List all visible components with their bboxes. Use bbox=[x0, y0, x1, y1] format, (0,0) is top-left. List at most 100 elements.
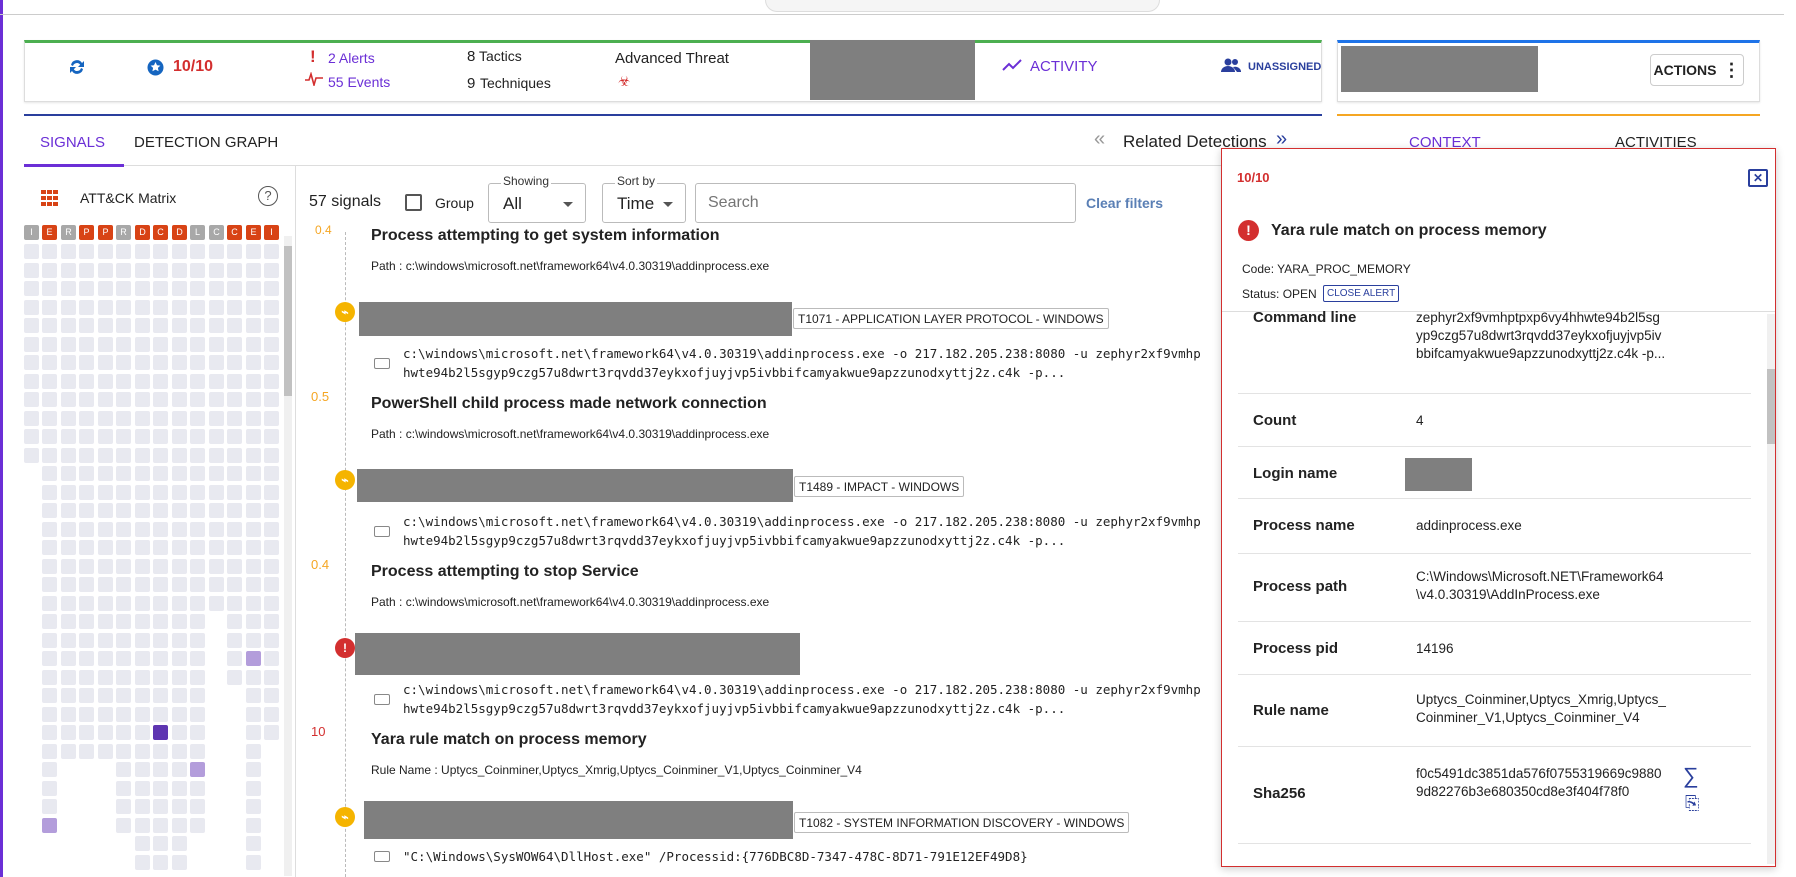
matrix-technique-cell[interactable] bbox=[116, 336, 131, 352]
matrix-technique-cell[interactable] bbox=[61, 521, 76, 537]
matrix-technique-cell[interactable] bbox=[172, 262, 187, 278]
matrix-technique-cell[interactable] bbox=[42, 669, 57, 685]
matrix-technique-cell[interactable] bbox=[190, 540, 205, 555]
matrix-technique-cell[interactable] bbox=[79, 281, 94, 296]
matrix-technique-cell[interactable] bbox=[135, 651, 150, 666]
matrix-technique-cell[interactable] bbox=[227, 262, 242, 278]
matrix-technique-cell[interactable] bbox=[61, 595, 76, 611]
matrix-technique-cell[interactable] bbox=[116, 466, 131, 481]
matrix-technique-cell[interactable] bbox=[61, 632, 76, 648]
matrix-technique-cell[interactable] bbox=[227, 503, 242, 518]
matrix-technique-cell[interactable] bbox=[190, 373, 205, 389]
matrix-technique-cell[interactable] bbox=[135, 466, 150, 481]
matrix-technique-cell[interactable] bbox=[209, 244, 224, 259]
matrix-technique-cell[interactable] bbox=[190, 447, 205, 463]
matrix-technique-cell[interactable] bbox=[190, 632, 205, 648]
matrix-technique-cell[interactable] bbox=[246, 614, 261, 629]
matrix-technique-cell[interactable] bbox=[246, 854, 261, 870]
matrix-technique-cell[interactable] bbox=[42, 336, 57, 352]
matrix-technique-cell[interactable] bbox=[153, 373, 168, 389]
matrix-technique-cell[interactable] bbox=[190, 651, 205, 666]
matrix-technique-cell[interactable] bbox=[116, 503, 131, 518]
matrix-technique-cell[interactable] bbox=[61, 688, 76, 703]
matrix-technique-cell[interactable] bbox=[61, 336, 76, 352]
matrix-technique-cell[interactable] bbox=[61, 466, 76, 481]
matrix-technique-cell[interactable] bbox=[172, 632, 187, 648]
matrix-technique-cell[interactable] bbox=[135, 503, 150, 518]
matrix-technique-cell[interactable] bbox=[246, 632, 261, 648]
matrix-technique-cell[interactable] bbox=[42, 651, 57, 666]
matrix-technique-cell[interactable] bbox=[98, 336, 113, 352]
matrix-technique-cell[interactable] bbox=[227, 318, 242, 333]
matrix-technique-cell[interactable] bbox=[153, 521, 168, 537]
matrix-tactic-header[interactable]: L bbox=[190, 225, 205, 240]
matrix-tactic-header[interactable]: I bbox=[24, 225, 39, 240]
matrix-technique-cell[interactable] bbox=[264, 299, 279, 315]
matrix-technique-cell[interactable] bbox=[116, 521, 131, 537]
matrix-technique-cell[interactable] bbox=[79, 669, 94, 685]
matrix-technique-cell[interactable] bbox=[98, 521, 113, 537]
tab-detection-graph[interactable]: DETECTION GRAPH bbox=[134, 134, 278, 151]
matrix-technique-cell[interactable] bbox=[153, 447, 168, 463]
matrix-technique-cell[interactable] bbox=[246, 762, 261, 777]
matrix-technique-cell[interactable] bbox=[172, 558, 187, 574]
matrix-technique-cell[interactable] bbox=[61, 318, 76, 333]
matrix-technique-cell[interactable] bbox=[42, 262, 57, 278]
matrix-technique-cell[interactable] bbox=[153, 281, 168, 296]
matrix-technique-cell[interactable] bbox=[79, 595, 94, 611]
matrix-technique-cell[interactable] bbox=[153, 410, 168, 426]
matrix-technique-cell[interactable] bbox=[98, 651, 113, 666]
matrix-technique-cell[interactable] bbox=[246, 447, 261, 463]
matrix-technique-cell[interactable] bbox=[42, 521, 57, 537]
matrix-technique-cell[interactable] bbox=[153, 780, 168, 796]
matrix-technique-cell[interactable] bbox=[116, 669, 131, 685]
matrix-technique-cell[interactable] bbox=[264, 577, 279, 592]
matrix-technique-cell[interactable] bbox=[61, 429, 76, 444]
matrix-technique-cell[interactable] bbox=[98, 706, 113, 722]
matrix-technique-cell[interactable] bbox=[227, 484, 242, 500]
matrix-technique-cell[interactable] bbox=[227, 521, 242, 537]
matrix-technique-cell[interactable] bbox=[135, 392, 150, 407]
matrix-technique-cell[interactable] bbox=[172, 355, 187, 370]
matrix-technique-cell[interactable] bbox=[61, 244, 76, 259]
matrix-technique-cell[interactable] bbox=[42, 540, 57, 555]
matrix-technique-cell[interactable] bbox=[190, 595, 205, 611]
matrix-technique-cell[interactable] bbox=[264, 521, 279, 537]
matrix-technique-cell[interactable] bbox=[79, 299, 94, 315]
matrix-technique-cell[interactable] bbox=[98, 632, 113, 648]
matrix-technique-cell[interactable] bbox=[42, 355, 57, 370]
matrix-technique-cell[interactable] bbox=[172, 447, 187, 463]
matrix-technique-cell[interactable] bbox=[79, 447, 94, 463]
matrix-technique-cell[interactable] bbox=[209, 299, 224, 315]
matrix-tactic-header[interactable]: D bbox=[172, 225, 187, 240]
matrix-technique-cell[interactable] bbox=[172, 540, 187, 555]
matrix-technique-cell[interactable] bbox=[42, 429, 57, 444]
matrix-technique-cell[interactable] bbox=[172, 688, 187, 703]
help-icon[interactable]: ? bbox=[258, 186, 278, 206]
matrix-technique-cell[interactable] bbox=[42, 466, 57, 481]
matrix-technique-cell[interactable] bbox=[246, 743, 261, 759]
matrix-technique-cell[interactable] bbox=[246, 577, 261, 592]
alerts-count[interactable]: 2 Alerts bbox=[328, 50, 375, 66]
matrix-technique-cell[interactable] bbox=[227, 373, 242, 389]
matrix-technique-cell[interactable] bbox=[135, 336, 150, 352]
matrix-technique-cell[interactable] bbox=[246, 651, 261, 666]
activity-link[interactable]: ACTIVITY bbox=[1030, 58, 1098, 75]
matrix-technique-cell[interactable] bbox=[172, 484, 187, 500]
matrix-technique-cell[interactable] bbox=[116, 244, 131, 259]
matrix-technique-cell[interactable] bbox=[135, 577, 150, 592]
matrix-technique-cell[interactable] bbox=[98, 725, 113, 740]
matrix-technique-cell[interactable] bbox=[42, 725, 57, 740]
matrix-technique-cell[interactable] bbox=[98, 410, 113, 426]
matrix-technique-cell[interactable] bbox=[172, 466, 187, 481]
matrix-technique-cell[interactable] bbox=[190, 503, 205, 518]
matrix-technique-cell[interactable] bbox=[98, 318, 113, 333]
matrix-technique-cell[interactable] bbox=[79, 392, 94, 407]
matrix-technique-cell[interactable] bbox=[24, 373, 39, 389]
matrix-technique-cell[interactable] bbox=[61, 725, 76, 740]
matrix-technique-cell[interactable] bbox=[61, 447, 76, 463]
matrix-technique-cell[interactable] bbox=[42, 410, 57, 426]
matrix-technique-cell[interactable] bbox=[246, 780, 261, 796]
matrix-technique-cell[interactable] bbox=[246, 336, 261, 352]
matrix-technique-cell[interactable] bbox=[135, 244, 150, 259]
